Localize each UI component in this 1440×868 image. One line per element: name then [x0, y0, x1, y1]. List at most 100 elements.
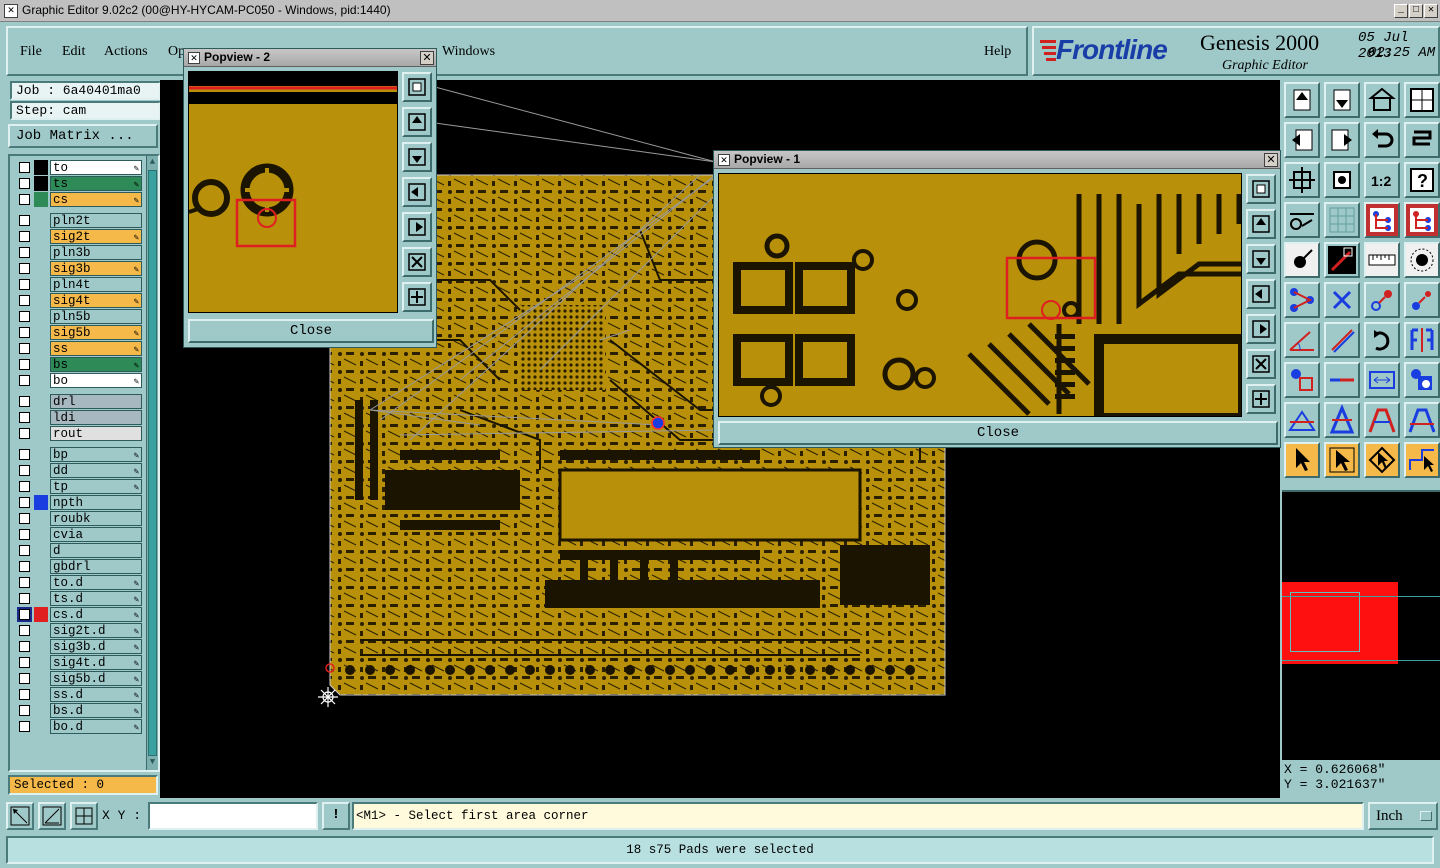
- popview-1-pan-down-icon[interactable]: [1246, 244, 1276, 274]
- layer-scrollbar[interactable]: ▲ ▼: [146, 156, 158, 770]
- zoom-home-icon[interactable]: [1284, 82, 1320, 118]
- popview-1-pan-right-icon[interactable]: [1246, 314, 1276, 344]
- move-point-icon[interactable]: [1404, 282, 1440, 318]
- layer-name[interactable]: to ✎: [50, 160, 142, 175]
- layer-checkbox[interactable]: [19, 561, 30, 572]
- popview-1-menu-icon[interactable]: ✕: [718, 154, 730, 166]
- layer-checkbox[interactable]: [19, 673, 30, 684]
- layer-color-swatch[interactable]: [34, 261, 48, 276]
- add-pad-icon[interactable]: [1284, 242, 1320, 278]
- layer-color-swatch[interactable]: [34, 495, 48, 510]
- pick-icon[interactable]: [1364, 442, 1400, 478]
- layer-name[interactable]: ss.d ✎: [50, 687, 142, 702]
- net-tree-icon[interactable]: [1404, 202, 1440, 238]
- layer-color-swatch[interactable]: [34, 394, 48, 409]
- exclamation-icon[interactable]: !: [322, 802, 350, 830]
- popview-1-zoom-in-icon[interactable]: [1246, 349, 1276, 379]
- popview-2-pan-up-icon[interactable]: [402, 107, 432, 137]
- layer-row-pln5b[interactable]: pln5b: [16, 309, 142, 324]
- minimize-icon[interactable]: _: [1394, 4, 1408, 18]
- popview-1-zoom-fit-icon[interactable]: [1246, 174, 1276, 204]
- pan-right-icon[interactable]: [1324, 122, 1360, 158]
- overview-viewport[interactable]: [1290, 592, 1360, 652]
- layer-name[interactable]: bo.d ✎: [50, 719, 142, 734]
- layer-checkbox[interactable]: [19, 194, 30, 205]
- layer-color-swatch[interactable]: [34, 511, 48, 526]
- layer-name[interactable]: to.d ✎: [50, 575, 142, 590]
- layer-checkbox[interactable]: [19, 311, 30, 322]
- overview-map[interactable]: [1282, 490, 1440, 760]
- popview-2-zoom-fit-icon[interactable]: [402, 72, 432, 102]
- xy-input[interactable]: [148, 802, 318, 830]
- layer-row-sig4t-d[interactable]: sig4t.d ✎: [16, 655, 142, 670]
- popview-1-pan-up-icon[interactable]: [1246, 209, 1276, 239]
- layer-name[interactable]: gbdrl: [50, 559, 142, 574]
- layer-checkbox[interactable]: [19, 705, 30, 716]
- layer-name[interactable]: sig3b ✎: [50, 261, 142, 276]
- select-pad-icon[interactable]: [1404, 242, 1440, 278]
- grid-view-icon[interactable]: [1324, 202, 1360, 238]
- layer-row-cs-d[interactable]: cs.d ✎: [16, 607, 142, 622]
- layer-color-swatch[interactable]: [34, 277, 48, 292]
- layer-row-to-d[interactable]: to.d ✎: [16, 575, 142, 590]
- diagonal-line-icon[interactable]: [1324, 322, 1360, 358]
- layer-color-swatch[interactable]: [34, 543, 48, 558]
- layer-name[interactable]: bs ✎: [50, 357, 142, 372]
- layer-row-pln2t[interactable]: pln2t: [16, 213, 142, 228]
- layer-row-cs[interactable]: cs ✎: [16, 192, 142, 207]
- layer-color-swatch[interactable]: [34, 192, 48, 207]
- layer-color-swatch[interactable]: [34, 213, 48, 228]
- layer-name[interactable]: drl: [50, 394, 142, 409]
- layer-color-swatch[interactable]: [34, 357, 48, 372]
- scroll-thumb[interactable]: [148, 170, 157, 756]
- layer-row-bo[interactable]: bo ✎: [16, 373, 142, 388]
- delete-cross-icon[interactable]: [1324, 282, 1360, 318]
- layer-row-cvia[interactable]: cvia: [16, 527, 142, 542]
- popview-2-pan-left-icon[interactable]: [402, 177, 432, 207]
- layer-name[interactable]: bp ✎: [50, 447, 142, 462]
- popview-2-zoom-in-icon[interactable]: [402, 247, 432, 277]
- layer-row-ss-d[interactable]: ss.d ✎: [16, 687, 142, 702]
- layer-row-rout[interactable]: rout: [16, 426, 142, 441]
- layer-color-swatch[interactable]: [34, 373, 48, 388]
- layer-row-pln3b[interactable]: pln3b: [16, 245, 142, 260]
- layer-row-roubk[interactable]: roubk: [16, 511, 142, 526]
- layer-checkbox[interactable]: [19, 343, 30, 354]
- layer-row-sig3b-d[interactable]: sig3b.d ✎: [16, 639, 142, 654]
- layer-row-bs-d[interactable]: bs.d ✎: [16, 703, 142, 718]
- layer-row-sig5b-d[interactable]: sig5b.d ✎: [16, 671, 142, 686]
- connect-icon[interactable]: [1284, 282, 1320, 318]
- layer-name[interactable]: sig4t.d ✎: [50, 655, 142, 670]
- group-icon[interactable]: [1404, 362, 1440, 398]
- layer-row-d[interactable]: d: [16, 543, 142, 558]
- popview-1-zoom-out-icon[interactable]: [1246, 384, 1276, 414]
- angle-icon[interactable]: [1284, 322, 1320, 358]
- layer-row-ss[interactable]: ss ✎: [16, 341, 142, 356]
- layer-row-bo-d[interactable]: bo.d ✎: [16, 719, 142, 734]
- layer-row-tp[interactable]: tp ✎: [16, 479, 142, 494]
- popview-2-close-icon[interactable]: ✕: [420, 51, 434, 65]
- layer-color-swatch[interactable]: [34, 719, 48, 734]
- layer-color-swatch[interactable]: [34, 591, 48, 606]
- pan-left-icon[interactable]: [1284, 122, 1320, 158]
- selected-pad[interactable]: [651, 416, 665, 430]
- copy-pad-icon[interactable]: [1284, 362, 1320, 398]
- route-icon[interactable]: [1404, 442, 1440, 478]
- layer-color-swatch[interactable]: [34, 575, 48, 590]
- layer-name[interactable]: bo ✎: [50, 373, 142, 388]
- units-select[interactable]: Inch: [1368, 802, 1438, 830]
- layer-row-to[interactable]: to ✎: [16, 160, 142, 175]
- layer-color-swatch[interactable]: [34, 527, 48, 542]
- layer-color-swatch[interactable]: [34, 410, 48, 425]
- layer-checkbox[interactable]: [19, 231, 30, 242]
- layer-name[interactable]: sig3b.d ✎: [50, 639, 142, 654]
- popview-2-zoom-out-icon[interactable]: [402, 282, 432, 312]
- popview-2-pan-right-icon[interactable]: [402, 212, 432, 242]
- layer-color-swatch[interactable]: [34, 479, 48, 494]
- slope-icon[interactable]: [1404, 402, 1440, 438]
- popview-2-pan-down-icon[interactable]: [402, 142, 432, 172]
- layer-row-dd[interactable]: dd ✎: [16, 463, 142, 478]
- pointer-icon[interactable]: [1284, 442, 1320, 478]
- layer-name[interactable]: pln3b: [50, 245, 142, 260]
- settings-icon[interactable]: [1284, 202, 1320, 238]
